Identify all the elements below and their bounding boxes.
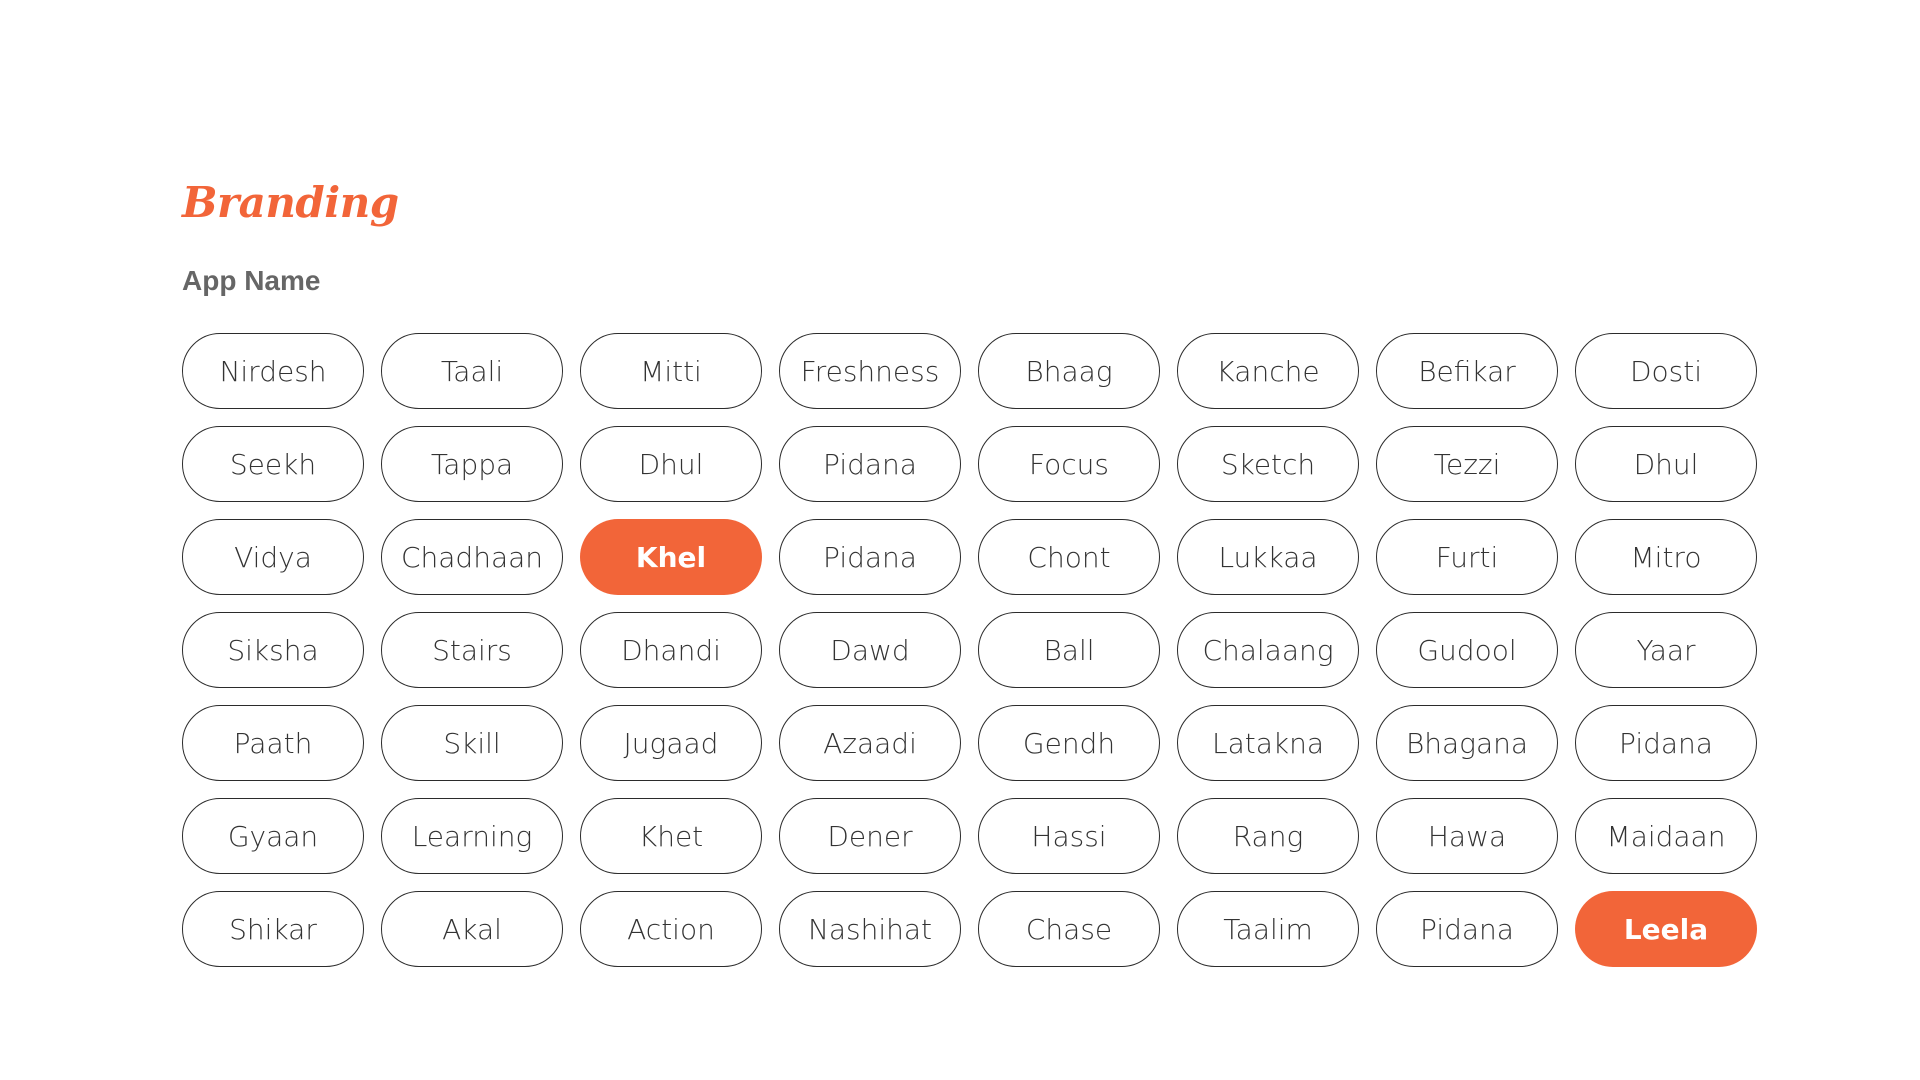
app-name-option-nashihat[interactable]: Nashihat — [779, 891, 961, 967]
app-name-option-siksha[interactable]: Siksha — [182, 612, 364, 688]
app-name-option-action[interactable]: Action — [580, 891, 762, 967]
app-name-option-rang[interactable]: Rang — [1177, 798, 1359, 874]
app-name-option-akal[interactable]: Akal — [381, 891, 563, 967]
app-name-option-seekh[interactable]: Seekh — [182, 426, 364, 502]
app-name-option-mitti[interactable]: Mitti — [580, 333, 762, 409]
app-name-option-jugaad[interactable]: Jugaad — [580, 705, 762, 781]
app-name-option-hawa[interactable]: Hawa — [1376, 798, 1558, 874]
app-name-option-latakna[interactable]: Latakna — [1177, 705, 1359, 781]
app-name-options: Nirdesh Taali Mitti Freshness Bhaag Kanche Bef… — [182, 333, 1757, 967]
app-name-option-gudool[interactable]: Gudool — [1376, 612, 1558, 688]
app-name-option-pidana[interactable]: Pidana — [1575, 705, 1757, 781]
app-name-option-focus[interactable]: Focus — [978, 426, 1160, 502]
app-name-option-skill[interactable]: Skill — [381, 705, 563, 781]
app-name-option-dhul[interactable]: Dhul — [580, 426, 762, 502]
app-name-option-pidana[interactable]: Pidana — [779, 519, 961, 595]
app-name-option-chalaang[interactable]: Chalaang — [1177, 612, 1359, 688]
app-name-option-mitro[interactable]: Mitro — [1575, 519, 1757, 595]
app-name-option-vidya[interactable]: Vidya — [182, 519, 364, 595]
app-name-option-sketch[interactable]: Sketch — [1177, 426, 1359, 502]
app-name-option-khet[interactable]: Khet — [580, 798, 762, 874]
app-name-option-gyaan[interactable]: Gyaan — [182, 798, 364, 874]
branding-title: Branding — [182, 178, 399, 227]
app-name-option-khel[interactable]: Khel — [580, 519, 762, 595]
app-name-option-paath[interactable]: Paath — [182, 705, 364, 781]
app-name-option-bhagana[interactable]: Bhagana — [1376, 705, 1558, 781]
app-name-option-tezzi[interactable]: Tezzi — [1376, 426, 1558, 502]
app-name-option-taalim[interactable]: Taalim — [1177, 891, 1359, 967]
app-name-option-lukkaa[interactable]: Lukkaa — [1177, 519, 1359, 595]
app-name-option-azaadi[interactable]: Azaadi — [779, 705, 961, 781]
app-name-option-tappa[interactable]: Tappa — [381, 426, 563, 502]
app-name-option-dhul[interactable]: Dhul — [1575, 426, 1757, 502]
app-name-option-pidana[interactable]: Pidana — [1376, 891, 1558, 967]
app-name-option-shikar[interactable]: Shikar — [182, 891, 364, 967]
app-name-option-kanche[interactable]: Kanche — [1177, 333, 1359, 409]
app-name-option-freshness[interactable]: Freshness — [779, 333, 961, 409]
app-name-option-gendh[interactable]: Gendh — [978, 705, 1160, 781]
app-name-option-befikar[interactable]: Befikar — [1376, 333, 1558, 409]
app-name-option-dener[interactable]: Dener — [779, 798, 961, 874]
app-name-option-pidana[interactable]: Pidana — [779, 426, 961, 502]
app-name-label: App Name — [182, 265, 321, 296]
app-name-option-nirdesh[interactable]: Nirdesh — [182, 333, 364, 409]
app-name-option-dhandi[interactable]: Dhandi — [580, 612, 762, 688]
app-name-option-hassi[interactable]: Hassi — [978, 798, 1160, 874]
app-name-option-leela[interactable]: Leela — [1575, 891, 1757, 967]
app-name-option-bhaag[interactable]: Bhaag — [978, 333, 1160, 409]
app-name-option-chase[interactable]: Chase — [978, 891, 1160, 967]
app-name-option-ball[interactable]: Ball — [978, 612, 1160, 688]
app-name-option-dosti[interactable]: Dosti — [1575, 333, 1757, 409]
app-name-option-learning[interactable]: Learning — [381, 798, 563, 874]
app-name-option-yaar[interactable]: Yaar — [1575, 612, 1757, 688]
app-name-option-chadhaan[interactable]: Chadhaan — [381, 519, 563, 595]
app-name-option-taali[interactable]: Taali — [381, 333, 563, 409]
app-name-option-stairs[interactable]: Stairs — [381, 612, 563, 688]
app-name-option-maidaan[interactable]: Maidaan — [1575, 798, 1757, 874]
app-name-option-chont[interactable]: Chont — [978, 519, 1160, 595]
app-name-option-furti[interactable]: Furti — [1376, 519, 1558, 595]
app-name-option-dawd[interactable]: Dawd — [779, 612, 961, 688]
